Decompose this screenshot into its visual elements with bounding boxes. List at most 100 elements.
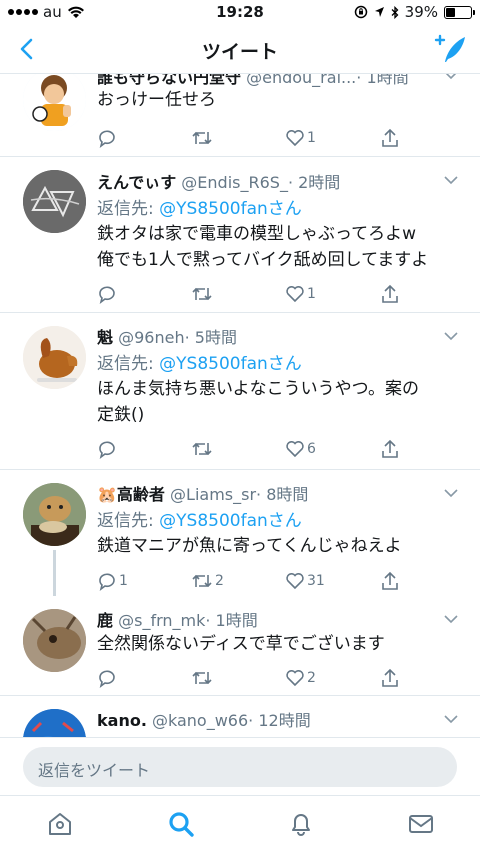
avatar[interactable] <box>23 709 86 737</box>
share-button[interactable] <box>380 282 400 306</box>
like-button[interactable]: 1 <box>285 282 316 306</box>
like-count: 2 <box>307 670 316 686</box>
like-count: 1 <box>307 130 316 146</box>
reply-button[interactable] <box>97 282 119 306</box>
display-name[interactable]: kano. <box>97 711 147 730</box>
tweet[interactable]: 🐹高齢者 @Liams_sr· 8時間 返信先: @YS8500fanさん 鉄道… <box>0 470 480 596</box>
reply-to-link[interactable]: @YS8500fanさん <box>159 511 302 531</box>
tweet[interactable]: 鹿 @s_frn_mk· 1時間 全然関係ないディスで草でございます 2 <box>0 596 480 696</box>
chevron-down-icon[interactable] <box>443 614 459 624</box>
tab-bar <box>0 795 480 853</box>
retweet-icon <box>192 574 212 588</box>
handle[interactable]: @endou_rai... <box>246 74 356 87</box>
share-button[interactable] <box>380 666 400 690</box>
reply-button[interactable] <box>97 126 119 150</box>
reply-to-line: 返信先: @YS8500fanさん <box>97 199 302 219</box>
reply-to-link[interactable]: @YS8500fanさん <box>159 354 302 374</box>
tweet-actions: 1 <box>97 282 400 306</box>
tweet-actions: 1 2 31 <box>97 569 400 593</box>
search-icon[interactable] <box>167 810 195 838</box>
display-name[interactable]: 魁 <box>97 328 113 347</box>
like-count: 1 <box>307 286 316 302</box>
heart-icon <box>286 670 304 687</box>
tweet-text: 全然関係ないディスで草でございます <box>97 634 385 654</box>
handle[interactable]: @96neh <box>118 328 184 347</box>
like-button[interactable]: 6 <box>285 437 316 461</box>
chevron-down-icon[interactable] <box>443 331 459 341</box>
retweet-button[interactable]: 2 <box>191 569 224 593</box>
reply-button[interactable] <box>97 437 119 461</box>
avatar[interactable] <box>23 609 86 672</box>
notifications-icon[interactable] <box>287 810 315 838</box>
thread-connector <box>53 550 56 596</box>
battery-fill <box>446 7 456 17</box>
display-name[interactable]: 高齢者 <box>117 485 165 504</box>
like-button[interactable]: 1 <box>285 126 316 150</box>
timestamp: · 1時間 <box>356 74 409 87</box>
retweet-icon <box>192 287 212 301</box>
chevron-down-icon[interactable] <box>443 488 459 498</box>
like-button[interactable]: 2 <box>285 666 316 690</box>
chevron-down-icon[interactable] <box>443 714 459 724</box>
avatar[interactable] <box>23 326 86 389</box>
tweet[interactable]: 魁 @96neh· 5時間 返信先: @YS8500fanさん ほんま気持ち悪い… <box>0 313 480 470</box>
tweet[interactable]: 誰も守らない円堂守 @endou_rai...· 1時間 おっけー任せろ 1 <box>0 74 480 157</box>
chevron-down-icon[interactable] <box>443 175 459 185</box>
avatar[interactable] <box>23 74 86 131</box>
share-button[interactable] <box>380 569 400 593</box>
reply-input[interactable]: 返信をツイート <box>23 747 457 787</box>
handle[interactable]: @kano_w66 <box>152 711 248 730</box>
share-icon <box>382 128 398 147</box>
handle[interactable]: @Endis_R6S_ <box>181 173 288 192</box>
reply-button[interactable]: 1 <box>97 569 128 593</box>
share-button[interactable] <box>380 437 400 461</box>
tweet-actions: 1 <box>97 126 400 150</box>
tweet-text: 鉄オタは家で電車の模型しゃぶってろよw 俺でも1人で黙ってバイク舐め回してますよ <box>97 224 429 270</box>
home-icon[interactable] <box>46 810 74 838</box>
location-icon <box>374 7 384 17</box>
reply-bar: 返信をツイート <box>0 737 480 795</box>
share-icon <box>382 668 398 687</box>
name-emoji: 🐹 <box>97 485 117 504</box>
bluetooth-icon <box>391 5 399 19</box>
tweet[interactable]: kano. @kano_w66· 12時間 <box>0 696 480 737</box>
battery-percent: 39% <box>404 3 438 21</box>
reply-to-link[interactable]: @YS8500fanさん <box>159 199 302 219</box>
page-title: ツイート <box>201 41 278 63</box>
retweet-button[interactable] <box>191 282 215 306</box>
handle[interactable]: @Liams_sr <box>170 485 256 504</box>
reply-icon <box>99 670 115 688</box>
display-name[interactable]: えんでぃす <box>97 173 176 192</box>
share-icon <box>382 284 398 303</box>
timestamp: · 8時間 <box>256 485 309 504</box>
chevron-down-icon[interactable] <box>443 74 459 80</box>
display-name[interactable]: 誰も守らない円堂守 <box>97 74 241 87</box>
tweet-text: ほんま気持ち悪いよなこういうやつ。案の 定鉄() <box>97 379 419 425</box>
avatar[interactable] <box>23 483 86 546</box>
reply-icon <box>99 573 115 591</box>
share-icon <box>382 439 398 458</box>
tweet[interactable]: えんでぃす @Endis_R6S_· 2時間 返信先: @YS8500fanさん… <box>0 157 480 313</box>
avatar[interactable] <box>23 170 86 233</box>
like-button[interactable]: 31 <box>285 569 325 593</box>
retweet-button[interactable] <box>191 126 215 150</box>
timestamp: · 12時間 <box>248 711 311 730</box>
reply-button[interactable] <box>97 666 119 690</box>
retweet-count: 2 <box>215 573 224 589</box>
heart-icon <box>286 441 304 458</box>
reply-placeholder: 返信をツイート <box>38 761 151 780</box>
retweet-button[interactable] <box>191 666 215 690</box>
share-icon <box>382 571 398 590</box>
reply-icon <box>99 441 115 459</box>
retweet-icon <box>192 442 212 456</box>
retweet-button[interactable] <box>191 437 215 461</box>
handle[interactable]: @s_frn_mk <box>118 611 205 630</box>
display-name[interactable]: 鹿 <box>97 611 113 630</box>
reply-timeline[interactable]: 誰も守らない円堂守 @endou_rai...· 1時間 おっけー任せろ 1 え… <box>0 74 480 737</box>
tweet-text: 鉄道マニアが魚に寄ってくんじゃねえよ <box>97 536 402 556</box>
share-button[interactable] <box>380 126 400 150</box>
tweet-text: おっけー任せろ <box>97 90 216 110</box>
messages-icon[interactable] <box>407 810 435 838</box>
compose-tweet-icon[interactable] <box>432 32 468 66</box>
timestamp: · 5時間 <box>184 328 237 347</box>
